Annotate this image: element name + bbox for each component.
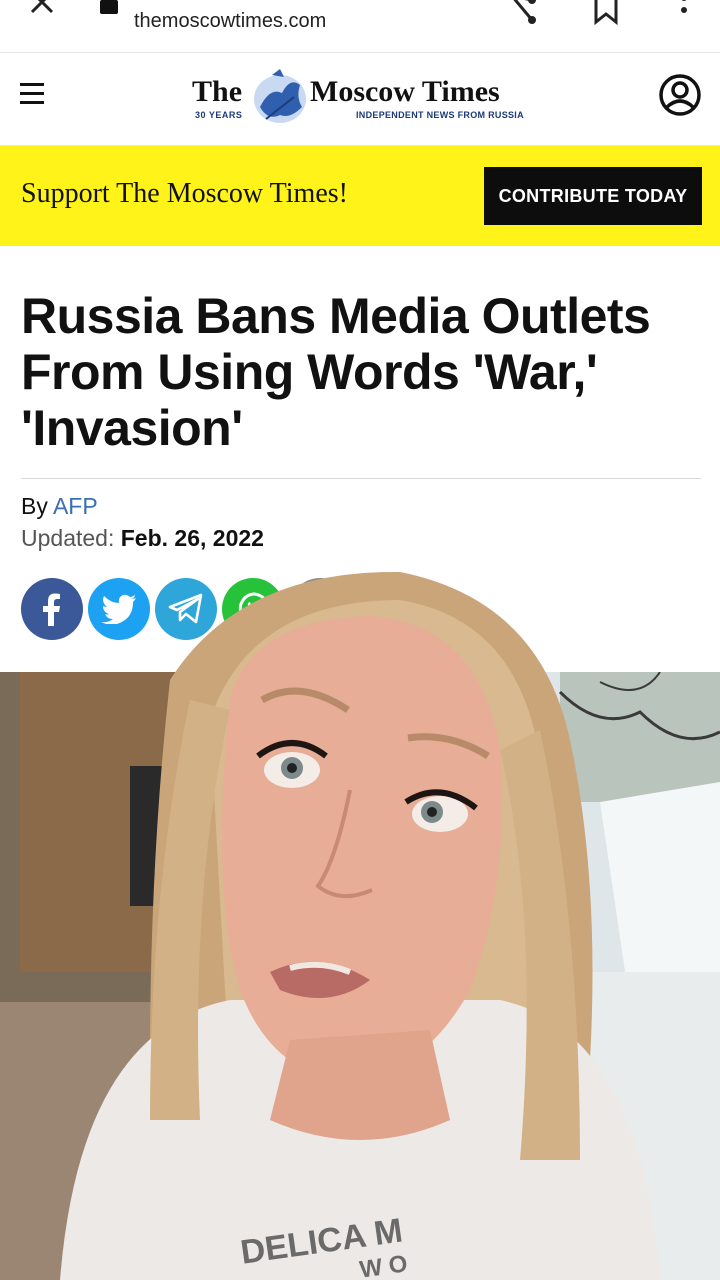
presenter-overlay: DELICA M W O (60, 571, 660, 1280)
logo-name: Moscow Times (310, 75, 500, 108)
hamburger-menu-icon[interactable] (20, 83, 44, 105)
share-icon[interactable] (506, 0, 538, 26)
close-tab-icon[interactable] (28, 0, 56, 20)
more-options-icon[interactable] (668, 0, 700, 26)
article-headline: Russia Bans Media Outlets From Using Wor… (21, 288, 651, 456)
updated-line: Updated: Feb. 26, 2022 (21, 525, 264, 552)
logo-tagline: INDEPENDENT NEWS FROM RUSSIA (356, 110, 524, 120)
address-bar-url[interactable]: themoscowtimes.com (134, 10, 326, 33)
logo-the: The (192, 75, 243, 108)
by-label: By (21, 493, 48, 519)
author-link[interactable]: AFP (53, 493, 98, 519)
byline: By AFP (21, 493, 98, 520)
account-icon[interactable] (658, 73, 702, 117)
updated-label: Updated: (21, 525, 115, 551)
support-banner: Support The Moscow Times! CONTRIBUTE TOD… (0, 146, 720, 246)
site-header: The 30 YEARS Moscow Times INDEPENDENT NE… (0, 53, 720, 146)
bookmark-icon[interactable] (590, 0, 622, 26)
support-message: Support The Moscow Times! (21, 178, 348, 209)
logo-years: 30 YEARS (195, 110, 243, 120)
updated-date: Feb. 26, 2022 (120, 525, 264, 551)
lock-icon (100, 0, 118, 14)
st-george-emblem-icon (254, 69, 306, 123)
contribute-button[interactable]: CONTRIBUTE TODAY (484, 167, 702, 225)
divider (21, 478, 701, 479)
site-logo[interactable]: The 30 YEARS Moscow Times INDEPENDENT NE… (192, 67, 524, 129)
browser-toolbar: themoscowtimes.com (0, 0, 720, 53)
